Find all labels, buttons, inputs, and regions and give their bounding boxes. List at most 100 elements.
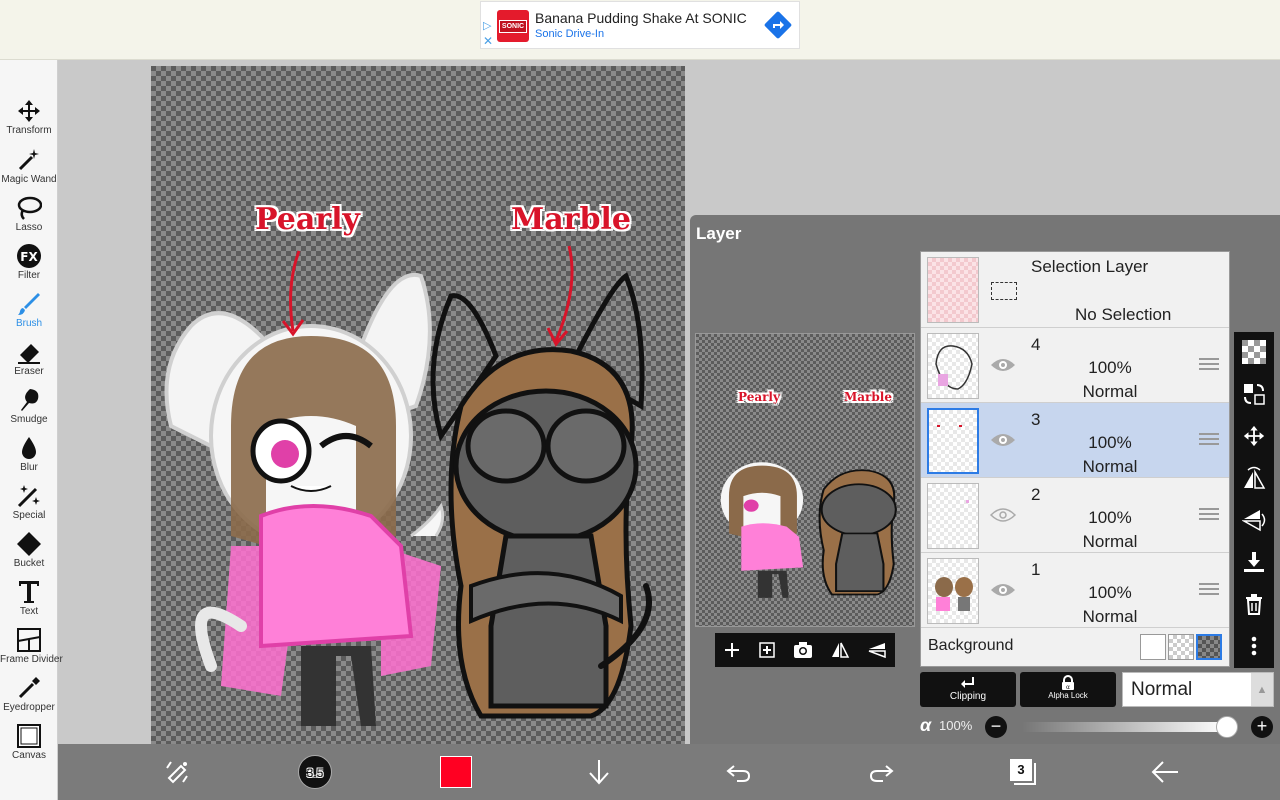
adchoices-icon[interactable]: ▷ xyxy=(483,20,495,32)
bottom-action-bar: 3.5 3 xyxy=(58,744,1280,800)
undo-button[interactable] xyxy=(714,744,764,800)
preview-marble-label: Marble xyxy=(844,390,892,404)
layer-opacity: 100% xyxy=(1088,433,1132,452)
preview-pearly-label: Pearly xyxy=(738,390,780,404)
selection-layer-name: Selection Layer xyxy=(1031,257,1149,276)
layer-thumbnail xyxy=(927,408,979,474)
layer-row[interactable]: 2 100% Normal xyxy=(921,478,1229,553)
tool-smudge[interactable]: Smudge xyxy=(0,387,58,435)
marble-label: Marble xyxy=(511,202,631,237)
opacity-slider[interactable] xyxy=(1022,722,1227,732)
tool-text[interactable]: Text xyxy=(0,579,58,627)
layer-number: 4 xyxy=(1031,335,1041,354)
clipping-icon xyxy=(961,677,974,688)
directions-icon[interactable] xyxy=(763,10,793,40)
background-row: Background xyxy=(921,628,1229,666)
transparent-checker-button[interactable] xyxy=(1234,334,1274,370)
layer-number: 3 xyxy=(1031,410,1041,429)
preview-artwork xyxy=(720,462,897,598)
lock-icon: α xyxy=(1062,675,1074,691)
merge-down-icon xyxy=(1244,552,1264,572)
drag-handle-icon[interactable] xyxy=(1199,358,1219,372)
tool-label: Blur xyxy=(20,462,38,473)
drag-handle-icon[interactable] xyxy=(1199,583,1219,597)
drawing-canvas[interactable]: Pearly Marble xyxy=(151,66,685,744)
quick-menu-button[interactable] xyxy=(152,744,202,800)
tool-label: Eyedropper xyxy=(3,702,55,713)
merge-down-button[interactable] xyxy=(1234,544,1274,580)
layer-blend-mode: Normal xyxy=(1082,532,1138,551)
layer-blend-mode: Normal xyxy=(1082,382,1138,401)
layer-count: 3 xyxy=(1010,759,1032,781)
blend-mode-select[interactable]: Normal ▲ xyxy=(1122,672,1274,707)
add-layer-icon[interactable] xyxy=(723,641,741,659)
background-transparent-swatch[interactable] xyxy=(1168,634,1194,660)
redo-button[interactable] xyxy=(856,744,906,800)
brush-size-button[interactable]: 3.5 xyxy=(290,744,340,800)
opacity-slider-thumb[interactable] xyxy=(1216,716,1238,738)
alpha-symbol: α xyxy=(920,715,932,735)
opacity-value: 100% xyxy=(939,718,973,733)
marquee-icon xyxy=(991,282,1017,300)
dropdown-arrow-icon: ▲ xyxy=(1251,673,1273,706)
tool-canvas[interactable]: Canvas xyxy=(0,723,58,771)
tool-filter[interactable]: FX Filter xyxy=(0,243,58,291)
layer-row[interactable]: 3 100% Normal xyxy=(921,403,1229,478)
layer-preview[interactable]: Pearly Marble xyxy=(695,333,915,627)
tool-special[interactable]: Special xyxy=(0,483,58,531)
opacity-increase-button[interactable]: + xyxy=(1251,716,1273,738)
camera-icon[interactable] xyxy=(793,641,813,659)
eye-hidden-icon[interactable] xyxy=(989,505,1017,525)
color-button[interactable] xyxy=(436,744,476,800)
layer-list: Selection Layer No Selection 4 100% Norm… xyxy=(920,251,1230,667)
eye-visible-icon[interactable] xyxy=(989,580,1017,600)
tool-brush[interactable]: Brush xyxy=(0,291,58,339)
flip-vertical-icon[interactable] xyxy=(867,641,887,659)
move-layer-button[interactable] xyxy=(1234,418,1274,454)
tool-lasso[interactable]: Lasso xyxy=(0,195,58,243)
layer-select-button[interactable] xyxy=(1234,376,1274,412)
flip-vertical-icon xyxy=(1242,510,1266,532)
tool-bucket[interactable]: Bucket xyxy=(0,531,58,579)
drag-handle-icon[interactable] xyxy=(1199,508,1219,522)
layer-row[interactable]: 4 100% Normal xyxy=(921,328,1229,403)
tool-blur[interactable]: Blur xyxy=(0,435,58,483)
ad-box[interactable]: ▷ ✕ SONIC Banana Pudding Shake At SONIC … xyxy=(480,1,800,49)
flip-layer-button[interactable] xyxy=(1234,460,1274,496)
background-white-swatch[interactable] xyxy=(1140,634,1166,660)
tool-frame-divider[interactable]: Frame Divider xyxy=(0,627,63,675)
layers-button[interactable]: 3 xyxy=(998,744,1048,800)
ad-banner-area: ▷ ✕ SONIC Banana Pudding Shake At SONIC … xyxy=(0,0,1280,60)
tool-magic-wand[interactable]: Magic Wand xyxy=(0,147,58,195)
tool-eraser[interactable]: Eraser xyxy=(0,339,58,387)
duplicate-layer-icon[interactable] xyxy=(758,641,776,659)
ad-subtitle[interactable]: Sonic Drive-In xyxy=(535,28,604,40)
alpha-lock-button[interactable]: α Alpha Lock xyxy=(1020,672,1116,707)
more-options-button[interactable] xyxy=(1234,628,1274,664)
flip-vertical-button[interactable] xyxy=(1234,502,1274,538)
back-button[interactable] xyxy=(1140,744,1190,800)
sonic-logo: SONIC xyxy=(497,10,529,42)
tool-eyedropper[interactable]: Eyedropper xyxy=(0,675,58,723)
layer-thumbnail xyxy=(927,483,979,549)
tool-label: Bucket xyxy=(13,558,45,569)
drag-handle-icon[interactable] xyxy=(1199,433,1219,447)
background-dark-swatch[interactable] xyxy=(1196,634,1222,660)
selection-layer-row[interactable]: Selection Layer No Selection xyxy=(921,252,1229,328)
clipping-button[interactable]: Clipping xyxy=(920,672,1016,707)
layer-blend-mode: Normal xyxy=(1082,457,1138,476)
ad-title[interactable]: Banana Pudding Shake At SONIC xyxy=(535,10,747,26)
close-icon[interactable]: ✕ xyxy=(483,35,493,47)
frame-divider-icon xyxy=(17,628,41,652)
flip-horizontal-icon[interactable] xyxy=(830,641,850,659)
layer-row[interactable]: 1 100% Normal xyxy=(921,553,1229,628)
eye-visible-icon[interactable] xyxy=(989,355,1017,375)
checker-icon xyxy=(1242,340,1266,364)
delete-layer-button[interactable] xyxy=(1234,586,1274,622)
apply-down-button[interactable] xyxy=(574,744,624,800)
bucket-icon xyxy=(17,532,41,556)
tool-transform[interactable]: Transform xyxy=(0,98,58,146)
text-icon xyxy=(19,581,39,603)
opacity-decrease-button[interactable]: − xyxy=(985,716,1007,738)
eye-visible-icon[interactable] xyxy=(989,430,1017,450)
